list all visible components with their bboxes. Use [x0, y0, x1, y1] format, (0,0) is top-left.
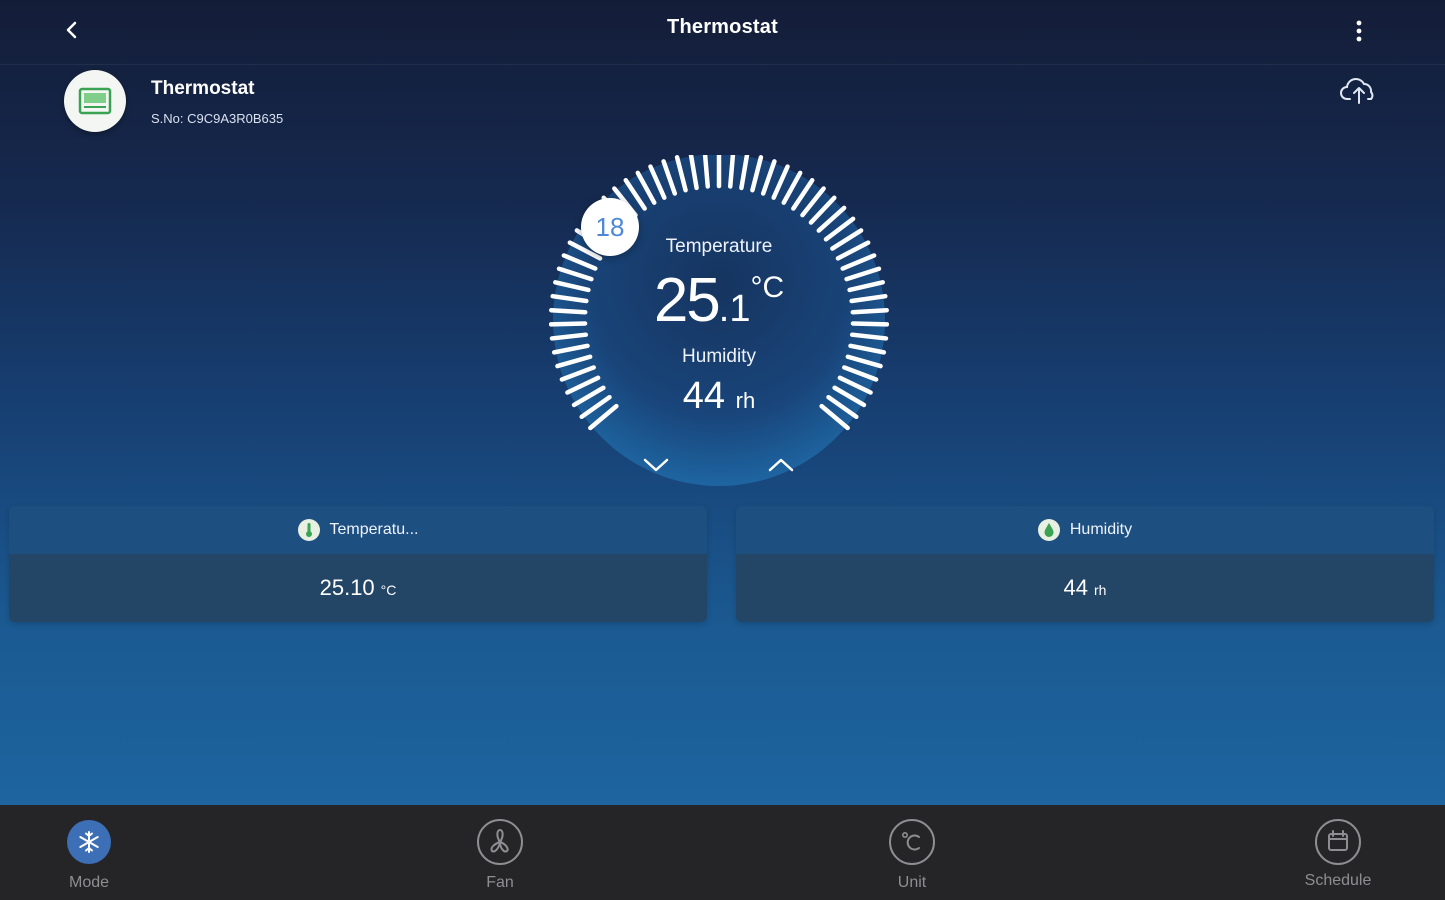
temperature-card-value: 25.10: [319, 575, 375, 600]
setpoint-handle[interactable]: 18: [581, 198, 639, 256]
increase-temperature-icon[interactable]: [765, 454, 797, 476]
humidity-card-header: Humidity: [736, 506, 1434, 554]
humidity-unit: rh: [735, 388, 756, 413]
humidity-label: Humidity: [682, 346, 756, 367]
nav-tab-unit[interactable]: Unit: [852, 805, 972, 900]
humidity-card-title: Humidity: [1069, 521, 1133, 538]
temperature-card-title: Temperatu...: [329, 521, 419, 538]
temperature-unit: °C: [750, 271, 785, 304]
nav-tab-fan[interactable]: Fan: [440, 805, 560, 900]
more-options-icon[interactable]: [1345, 16, 1373, 46]
calendar-icon: [1315, 819, 1361, 865]
celsius-icon: [889, 819, 935, 865]
top-app-bar: Thermostat: [0, 0, 1445, 65]
temperature-value: 25.1°C: [549, 265, 889, 336]
humidity-card-value: 44: [1063, 575, 1089, 600]
thermometer-icon: [297, 519, 320, 541]
nav-tab-unit-label: Unit: [897, 874, 927, 891]
humidity-drop-icon: [1037, 519, 1060, 541]
humidity-card-body: 44 rh: [736, 554, 1434, 622]
temperature-card-header: Temperatu...: [9, 506, 707, 554]
temperature-decimal: .1: [718, 288, 751, 330]
humidity-card[interactable]: Humidity 44 rh: [736, 506, 1434, 622]
nav-tab-fan-label: Fan: [486, 874, 514, 891]
humidity-value: 44 rh: [549, 375, 889, 418]
nav-tab-schedule[interactable]: Schedule: [1278, 805, 1398, 900]
nav-tab-schedule-label: Schedule: [1304, 872, 1372, 889]
nav-tab-mode-label: Mode: [68, 874, 110, 891]
snowflake-icon: [67, 820, 111, 864]
temperature-integer: 25: [653, 266, 721, 335]
nav-tab-mode[interactable]: Mode: [29, 805, 149, 900]
fan-icon: [477, 819, 523, 865]
page-title: Thermostat: [667, 16, 778, 38]
bottom-navigation: Mode Fan Unit Schedule: [0, 805, 1445, 900]
temperature-card-unit: °C: [380, 582, 397, 598]
humidity-number: 44: [682, 375, 726, 417]
device-avatar: [64, 70, 126, 132]
temperature-card-body: 25.10 °C: [9, 554, 707, 622]
decrease-temperature-icon[interactable]: [640, 454, 672, 476]
cloud-upload-icon[interactable]: [1339, 74, 1379, 106]
humidity-card-unit: rh: [1094, 582, 1107, 598]
thermostat-device-icon: [78, 87, 112, 115]
device-serial-number: S.No: C9C9A3R0B635: [151, 111, 284, 126]
temperature-card[interactable]: Temperatu... 25.10 °C: [9, 506, 707, 622]
device-name: Thermostat: [151, 78, 255, 99]
